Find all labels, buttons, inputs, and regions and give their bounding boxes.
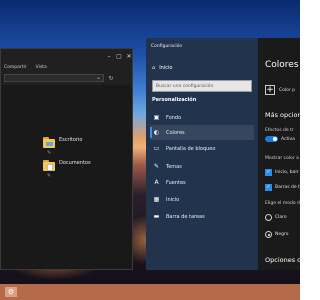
nav-item-label: Fondo — [166, 114, 182, 121]
palette-icon: ◐ — [153, 129, 160, 136]
checkbox-start-taskbar[interactable]: ✓ — [265, 169, 272, 176]
taskbar: ⚙ — [0, 284, 300, 300]
explorer-titlebar[interactable]: – ▢ ✕ — [1, 49, 132, 63]
file-explorer-window[interactable]: – ▢ ✕ Compartir Vista ⌄ ↻ Escritorio ✎ D… — [0, 48, 133, 270]
image-icon: ▣ — [153, 114, 160, 121]
settings-content-pane: Colores + Color p Más opcion Efectos de … — [258, 38, 300, 270]
nav-item-fonts[interactable]: A Fuentes — [150, 175, 254, 190]
nav-item-label: Pantalla de bloqueo — [166, 145, 216, 152]
pin-icon: ✎ — [47, 173, 52, 179]
toggle-value-label: Activa — [281, 136, 295, 142]
font-icon: A — [154, 179, 159, 186]
checkbox-label: Barras de t — [275, 185, 300, 190]
search-input[interactable]: Buscar una configuración — [152, 80, 252, 92]
nav-item-label: Temas — [166, 163, 182, 170]
pin-icon: ✎ — [47, 150, 52, 156]
nav-item-label: Inicio — [166, 196, 180, 203]
settings-window[interactable]: Configuración ⌂ Inicio Buscar una config… — [146, 38, 300, 270]
folder-desktop-icon — [43, 137, 55, 149]
lock-screen-icon: ▭ — [153, 145, 160, 152]
close-icon[interactable]: ✕ — [125, 52, 133, 60]
refresh-icon[interactable]: ↻ — [107, 74, 115, 82]
chevron-down-icon[interactable]: ⌄ — [96, 74, 101, 81]
nav-item-background[interactable]: ▣ Fondo — [150, 110, 254, 125]
nav-home-label: Inicio — [159, 65, 173, 71]
transparency-toggle[interactable] — [265, 136, 278, 142]
show-accent-label: Mostrar color a — [265, 156, 299, 161]
home-icon: ⌂ — [152, 65, 156, 71]
custom-color-label: Color p — [279, 87, 296, 93]
nav-item-start[interactable]: ▦ Inicio — [150, 192, 254, 207]
address-bar[interactable]: ⌄ — [4, 74, 104, 82]
settings-nav-pane: Configuración ⌂ Inicio Buscar una config… — [146, 38, 258, 270]
minimize-icon[interactable]: – — [105, 52, 113, 60]
quick-access-item-documents[interactable]: Documentos ✎ — [43, 160, 133, 180]
nav-item-colors[interactable]: ◐ Colores — [150, 125, 254, 140]
radio-label: Claro — [275, 215, 287, 220]
brush-icon: ✎ — [153, 163, 160, 170]
nav-item-label: Fuentes — [166, 179, 186, 186]
section-heading-more-options: Más opcion — [265, 111, 300, 119]
start-icon: ▦ — [153, 196, 160, 203]
mode-label: Elige el modo d — [265, 201, 300, 206]
quick-access-item-desktop[interactable]: Escritorio ✎ — [43, 137, 133, 157]
nav-item-themes[interactable]: ✎ Temas — [150, 159, 254, 174]
nav-home[interactable]: ⌂ Inicio — [152, 63, 252, 73]
folder-documents-icon — [43, 160, 55, 172]
item-label: Escritorio — [59, 137, 83, 143]
section-heading-contrast: Opciones d — [265, 256, 300, 264]
active-indicator — [150, 127, 152, 138]
nav-item-label: Colores — [166, 129, 185, 136]
radio-light[interactable] — [265, 214, 272, 221]
nav-item-taskbar[interactable]: ▬ Barra de tareas — [150, 209, 254, 224]
ribbon-tab-view[interactable]: Vista — [36, 65, 47, 70]
nav-item-label: Barra de tareas — [166, 213, 205, 220]
nav-item-lock-screen[interactable]: ▭ Pantalla de bloqueo — [150, 141, 254, 156]
start-button-icon[interactable]: ⚙ — [5, 287, 17, 297]
section-heading: Personalización — [152, 97, 197, 103]
plus-icon: + — [265, 84, 275, 95]
transparency-label: Efectos de tr — [265, 128, 294, 133]
custom-color-button[interactable]: + Color p — [265, 83, 300, 97]
maximize-icon[interactable]: ▢ — [115, 52, 123, 60]
window-title: Configuración — [151, 44, 183, 49]
item-label: Documentos — [59, 160, 91, 166]
ribbon-tab-share[interactable]: Compartir — [4, 65, 27, 70]
search-placeholder: Buscar una configuración — [156, 83, 214, 89]
checkbox-label: Inicio, barr — [275, 170, 300, 175]
taskbar-icon: ▬ — [153, 213, 160, 220]
explorer-content: Escritorio ✎ Documentos ✎ — [1, 85, 132, 269]
checkbox-title-bars[interactable]: ✓ — [265, 184, 272, 191]
page-title: Colores — [265, 60, 299, 70]
explorer-ribbon: Compartir Vista — [1, 63, 132, 71]
radio-label: Negro — [275, 232, 289, 237]
radio-dark[interactable] — [265, 231, 272, 238]
